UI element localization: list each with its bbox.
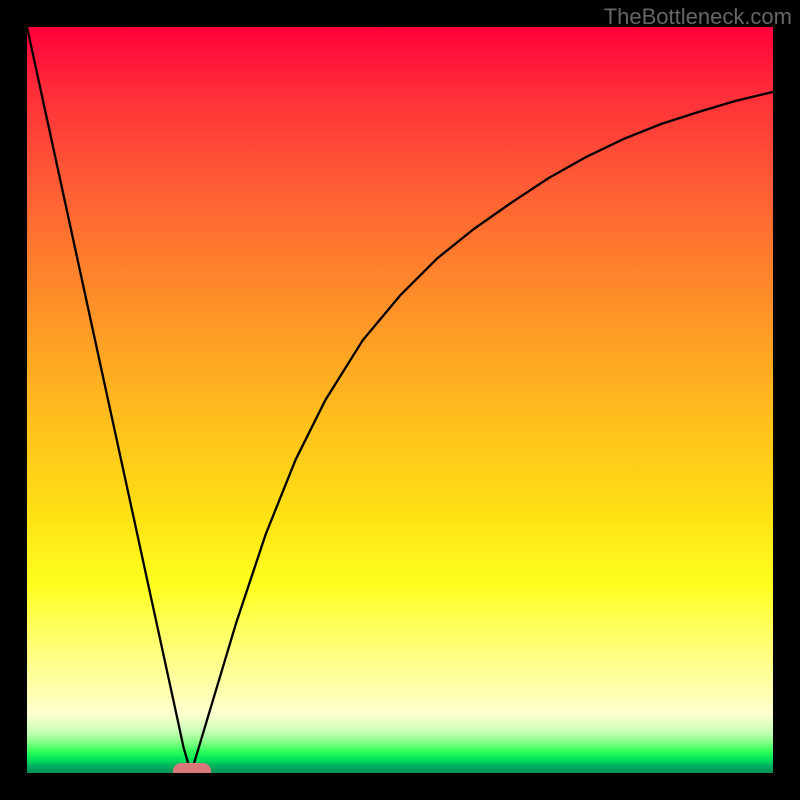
chart-plot-area (27, 27, 773, 773)
chart-minimum-marker (173, 763, 211, 773)
watermark-text: TheBottleneck.com (604, 4, 792, 30)
bottleneck-curve (27, 27, 773, 773)
chart-curve-svg (27, 27, 773, 773)
chart-outer-frame (0, 0, 800, 800)
